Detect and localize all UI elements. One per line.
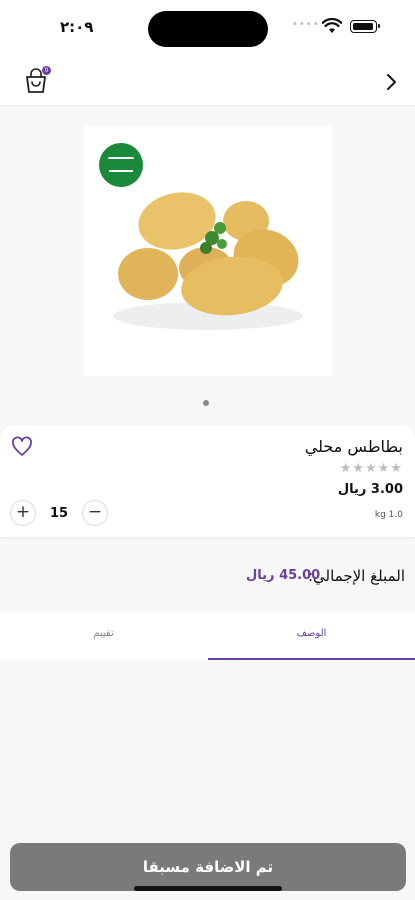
quantity-decrease-button[interactable]: − bbox=[82, 500, 108, 526]
tab-rating[interactable]: تقييم bbox=[0, 612, 207, 660]
carousel-dot[interactable] bbox=[203, 400, 209, 406]
product-image bbox=[84, 126, 332, 376]
cart-badge: 0 bbox=[42, 66, 51, 75]
total-row: المبلغ الإجمالي: 45.00 ريال bbox=[0, 540, 415, 612]
saudi-flag-icon bbox=[99, 143, 143, 187]
quantity-value: 15 bbox=[49, 506, 69, 521]
nav-bar: 0 bbox=[0, 58, 415, 106]
product-price: 3.00 ريال bbox=[337, 482, 403, 497]
status-bar: ٢:٠٩ •••• bbox=[0, 0, 415, 58]
tab-content bbox=[0, 660, 415, 840]
wifi-icon bbox=[322, 18, 342, 33]
battery-icon bbox=[350, 20, 380, 33]
status-time: ٢:٠٩ bbox=[60, 18, 94, 36]
heart-icon[interactable] bbox=[10, 435, 34, 459]
rating-stars: ★★★★★ bbox=[339, 461, 403, 476]
product-name: بطاطس محلي bbox=[304, 437, 403, 456]
tab-description[interactable]: الوصف bbox=[208, 612, 415, 660]
product-info-card: بطاطس محلي ★★★★★ 3.00 ريال kg 1.0 + 15 − bbox=[0, 425, 415, 537]
signal-icon: •••• bbox=[292, 19, 320, 30]
chevron-right-icon[interactable] bbox=[379, 70, 403, 94]
product-unit: kg 1.0 bbox=[374, 510, 403, 520]
total-value: 45.00 ريال bbox=[246, 568, 321, 583]
quantity-increase-button[interactable]: + bbox=[10, 500, 36, 526]
product-tabs: الوصف تقييم bbox=[0, 612, 415, 660]
total-label: المبلغ الإجمالي: bbox=[307, 567, 405, 585]
already-added-button[interactable]: تم الاضافة مسبقا bbox=[10, 843, 406, 891]
home-indicator bbox=[134, 886, 282, 891]
dynamic-island bbox=[148, 11, 268, 47]
product-image-carousel[interactable] bbox=[0, 107, 415, 423]
